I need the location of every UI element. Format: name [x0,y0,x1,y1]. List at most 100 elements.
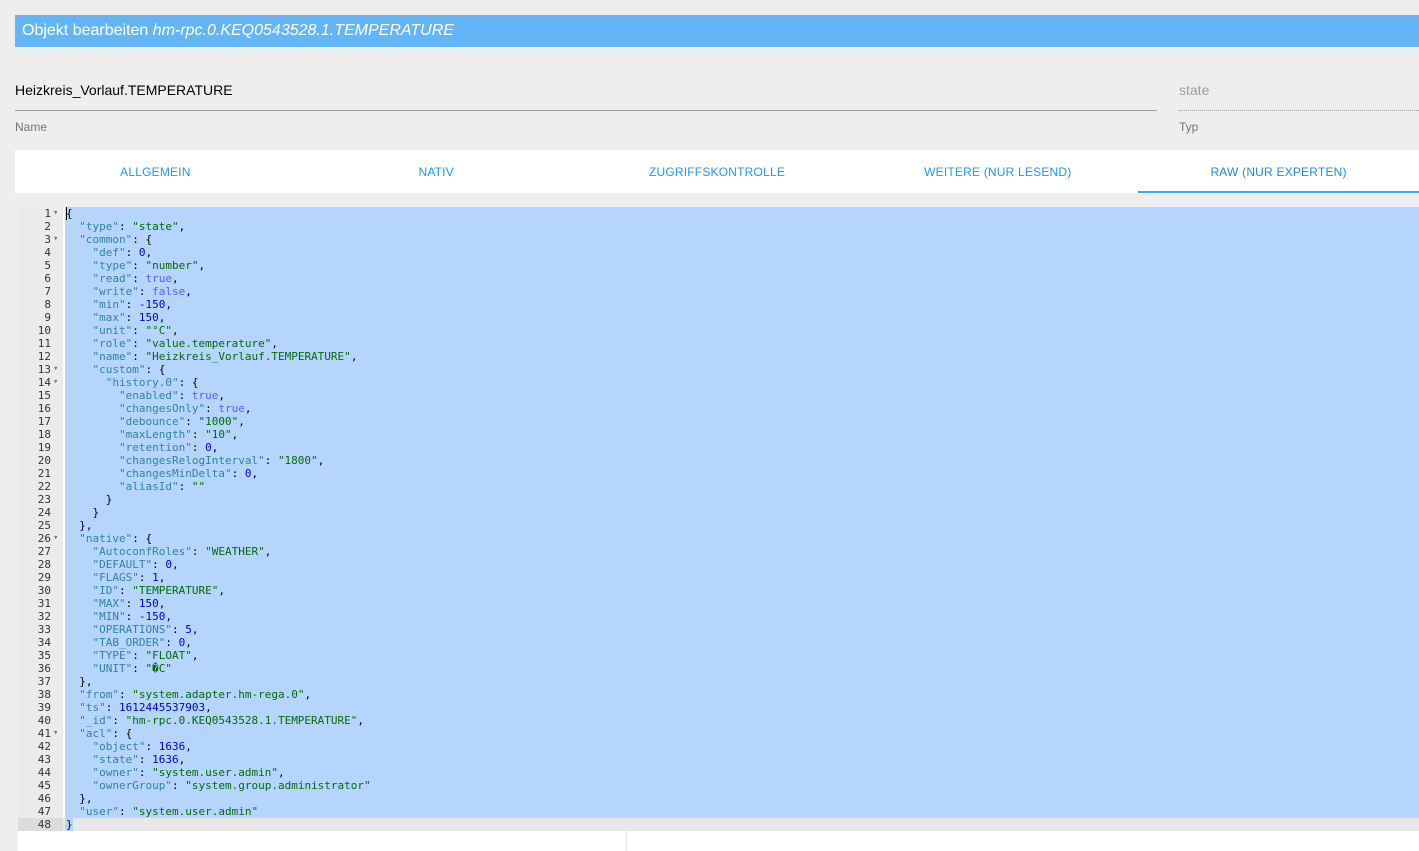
code-text: "from": "system.adapter.hm-rega.0", [66,688,311,701]
code-token: , [304,688,312,701]
code-text: "read": true, [66,272,179,285]
text-cursor [66,207,67,220]
line-number: 3 [44,233,51,246]
line-number: 39 [37,701,51,714]
code-token: "TEMPERATURE" [132,584,219,597]
tab-nativ[interactable]: NATIV [296,150,577,193]
json-code-editor[interactable]: 1 ▾{2 "type": "state", 3 ▾ "common": {4 "de… [18,207,1419,851]
code-token: 0 [205,441,212,454]
active-line-highlight [18,818,1419,831]
fold-toggle-icon[interactable]: ▾ [53,727,62,740]
code-token: }, [79,519,93,532]
line-number: 2 [44,220,51,233]
editor-gutter-filler [18,831,63,851]
code-text: "debounce": "1000", [66,415,245,428]
code-token: "max" [92,311,126,324]
code-token: "aliasId" [118,480,179,493]
code-token: , [271,337,278,350]
code-token: : [125,311,139,324]
line-number: 45 [37,779,51,792]
code-token: "maxLength" [118,428,192,441]
code-text: "DEFAULT": 0, [66,558,179,571]
code-token: "TYPE" [92,649,133,662]
tab-weitere[interactable]: WEITERE (NUR LESEND) [857,150,1138,193]
code-token: "enabled" [118,389,179,402]
fold-toggle-icon[interactable]: ▾ [53,376,62,389]
code-token: "DEFAULT" [92,558,153,571]
tab-zugriffskontrolle[interactable]: ZUGRIFFSKONTROLLE [577,150,858,193]
code-token: "MAX" [92,597,126,610]
code-token: "history.0" [105,376,179,389]
line-number: 35 [37,649,51,662]
code-token: , [158,597,166,610]
code-text: "role": "value.temperature", [66,337,278,350]
code-token: "state" [92,753,139,766]
code-text: "MIN": -150, [66,610,173,623]
dialog-object-id: hm-rpc.0.KEQ0543528.1.TEMPERATURE [152,22,454,39]
code-token: : [119,584,133,597]
code-token: 150 [138,597,159,610]
tab-bar: ALLGEMEIN NATIV ZUGRIFFSKONTROLLE WEITER… [15,150,1419,193]
tab-allgemein[interactable]: ALLGEMEIN [15,150,296,193]
code-token: , [158,571,166,584]
code-text: "TAB_ORDER": 0, [66,636,192,649]
line-number: 44 [37,766,51,779]
code-token: "1000" [198,415,239,428]
code-token: false [152,285,186,298]
code-token: 1612445537903 [119,701,206,714]
code-token: "system.user.admin" [132,805,259,818]
line-number: 38 [37,688,51,701]
code-token: } [66,818,73,831]
code-token: : [132,649,146,662]
fold-toggle-icon[interactable]: ▾ [53,363,62,376]
fold-toggle-icon[interactable]: ▾ [53,207,62,220]
line-number: 36 [37,662,51,675]
code-token: "common" [79,233,133,246]
code-text: "owner": "system.user.admin", [66,766,285,779]
line-number: 48 [37,818,51,831]
line-number: 25 [37,519,51,532]
code-token: : [119,688,133,701]
code-token: , [165,298,172,311]
name-label: Name [15,120,48,134]
code-token: "�C" [145,662,173,675]
type-select[interactable]: state [1179,82,1419,111]
code-text: "type": "state", [66,220,185,233]
line-number: 20 [37,454,51,467]
code-token: : [132,259,146,272]
code-token: "write" [92,285,139,298]
code-token: : [132,324,146,337]
line-number: 46 [37,792,51,805]
code-token: : [205,402,219,415]
fold-toggle-icon[interactable]: ▾ [53,233,62,246]
code-token: : { [132,532,153,545]
line-number: 8 [44,298,51,311]
code-token: true [145,272,173,285]
code-text: "enabled": true, [66,389,225,402]
code-text: } [66,818,73,831]
code-token: , [264,545,272,558]
code-token: "type" [79,220,119,233]
code-token: "value.temperature" [145,337,272,350]
code-token: "AutoconfRoles" [92,545,192,558]
code-text: "retention": 0, [66,441,218,454]
name-input[interactable]: Heizkreis_Vorlauf.TEMPERATURE [15,82,1157,111]
code-token: 150 [138,311,159,324]
code-text: "common": { [66,233,152,246]
code-text: "_id": "hm-rpc.0.KEQ0543528.1.TEMPERATUR… [66,714,364,727]
code-text: "custom": { [66,363,166,376]
code-token: "10" [205,428,232,441]
code-text: "write": false, [66,285,192,298]
code-token: "min" [92,298,126,311]
code-token: : [125,610,139,623]
code-token: -150 [138,298,166,311]
code-token: "OPERATIONS" [92,623,172,636]
tab-raw[interactable]: RAW (NUR EXPERTEN) [1138,150,1419,193]
fold-toggle-icon[interactable]: ▾ [53,532,62,545]
line-number: 12 [37,350,51,363]
code-token: , [178,220,186,233]
line-number: 42 [37,740,51,753]
code-token: : [125,246,139,259]
code-token: "Heizkreis_Vorlauf.TEMPERATURE" [145,350,351,363]
code-text: "UNIT": "�C" [66,662,173,675]
